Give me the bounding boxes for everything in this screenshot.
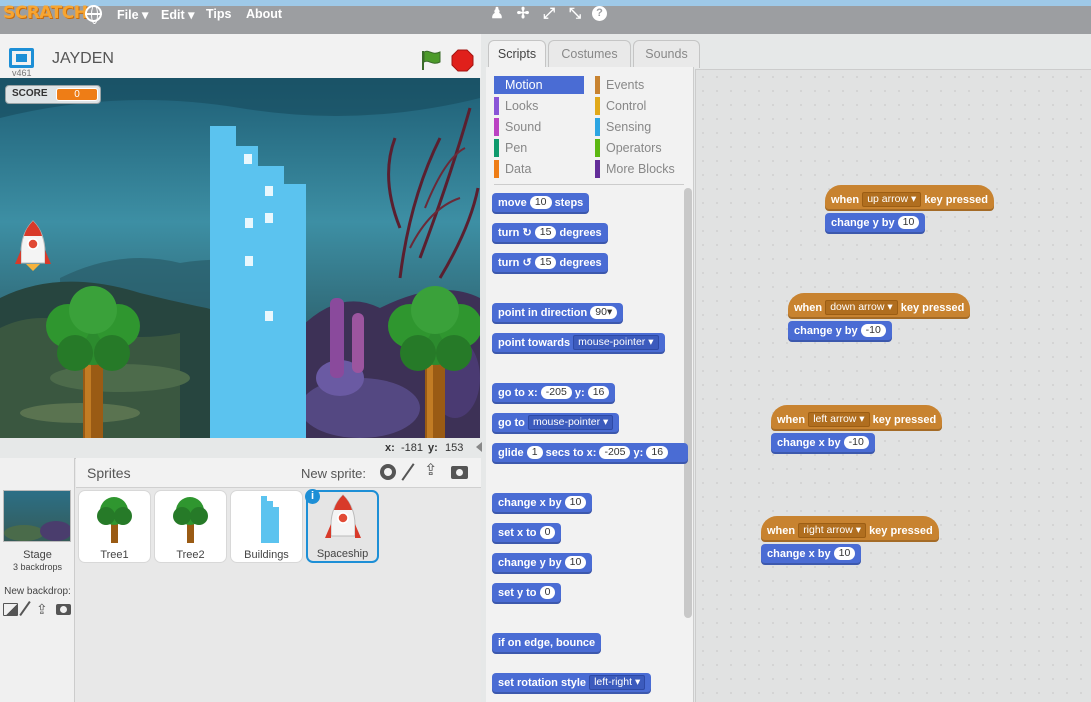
scripts-area[interactable]	[695, 69, 1091, 702]
delete-icon[interactable]: ✢	[514, 5, 532, 23]
fullscreen-icon[interactable]	[9, 48, 34, 68]
project-title[interactable]: JAYDEN	[52, 50, 114, 68]
backdrop-library-icon[interactable]	[3, 603, 18, 616]
camera-sprite-icon[interactable]	[451, 466, 468, 479]
score-value: 0	[56, 88, 98, 101]
palette-scrollbar[interactable]	[684, 188, 692, 618]
block-turn-right[interactable]: turn ↻ 15 degrees	[492, 223, 608, 244]
category-motion[interactable]: Motion	[494, 76, 584, 94]
change-y-down-block[interactable]: change y by -10	[788, 321, 892, 342]
block-glide[interactable]: glide 1 secs to x: -205 y: 16	[492, 443, 688, 464]
mouse-y-value: 153	[445, 442, 464, 454]
underwater-backdrop	[0, 78, 480, 438]
block-go-to[interactable]: go to mouse-pointer ▾	[492, 413, 620, 434]
tab-scripts[interactable]: Scripts	[488, 40, 546, 69]
mouse-x-label: x:	[385, 442, 395, 454]
stage-label: Stage	[23, 549, 52, 561]
upload-sprite-icon[interactable]: ⇪	[424, 463, 437, 479]
block-set-x[interactable]: set x to 0	[492, 523, 562, 544]
tab-sounds[interactable]: Sounds	[633, 40, 700, 68]
sprite-library-icon[interactable]	[380, 464, 396, 480]
category-sound[interactable]: Sound	[494, 118, 584, 136]
category-control[interactable]: Control	[595, 97, 685, 115]
menu-edit[interactable]: Edit ▾	[161, 7, 194, 22]
language-globe-icon[interactable]	[85, 5, 102, 24]
category-more-blocks[interactable]: More Blocks	[595, 160, 687, 178]
version-label: v461	[12, 68, 32, 78]
palette-divider	[494, 184, 684, 185]
category-data[interactable]: Data	[494, 160, 584, 178]
category-looks[interactable]: Looks	[494, 97, 584, 115]
sprite-tile-tree1[interactable]: Tree1	[78, 490, 151, 563]
when-up-arrow-hat[interactable]: when up arrow ▾ key pressed	[825, 185, 994, 211]
collapse-stage-icon[interactable]	[476, 442, 482, 452]
shrink-icon[interactable]: ⤡	[566, 5, 584, 23]
sprite-header	[76, 458, 481, 488]
category-events[interactable]: Events	[595, 76, 685, 94]
block-set-y[interactable]: set y to 0	[492, 583, 562, 604]
sprite-tile-buildings[interactable]: Buildings	[230, 490, 303, 563]
change-y-up-block[interactable]: change y by 10	[825, 213, 926, 234]
category-operators[interactable]: Operators	[595, 139, 685, 157]
scratch-logo[interactable]: SCRATCH	[3, 3, 88, 23]
when-right-arrow-hat[interactable]: when right arrow ▾ key pressed	[761, 516, 939, 542]
sprite-name: Buildings	[244, 549, 289, 561]
block-point-towards[interactable]: point towards mouse-pointer ▾	[492, 333, 665, 354]
grow-icon[interactable]: ⤢	[540, 5, 558, 23]
rotate-cw-icon: ↻	[522, 227, 532, 239]
new-backdrop-label: New backdrop:	[4, 586, 71, 597]
when-left-arrow-hat[interactable]: when left arrow ▾ key pressed	[771, 405, 943, 431]
block-go-to-xy[interactable]: go to x: -205 y: 16	[492, 383, 616, 404]
sprites-title: Sprites	[87, 465, 131, 481]
tree-thumbnail	[97, 497, 132, 543]
stage-canvas[interactable]	[0, 78, 480, 438]
sprite-tile-tree2[interactable]: Tree2	[154, 490, 227, 563]
rotate-ccw-icon: ↺	[522, 257, 532, 269]
block-move-steps[interactable]: move 10 steps	[492, 193, 590, 214]
change-x-left-block[interactable]: change x by -10	[771, 433, 875, 454]
category-pen[interactable]: Pen	[494, 139, 584, 157]
sprite-info-icon[interactable]: i	[305, 489, 320, 504]
menu-about[interactable]: About	[246, 7, 282, 21]
change-x-right-block[interactable]: change x by 10	[761, 544, 862, 565]
sprite-name: Tree2	[176, 549, 205, 561]
tree-thumbnail	[173, 497, 208, 543]
duplicate-icon[interactable]: ♟	[488, 5, 506, 23]
sprite-name: Tree1	[100, 549, 129, 561]
tab-costumes[interactable]: Costumes	[548, 40, 631, 68]
category-sensing[interactable]: Sensing	[595, 118, 685, 136]
mouse-x-value: -181	[401, 442, 424, 454]
block-bounce[interactable]: if on edge, bounce	[492, 633, 602, 654]
stage-backdrop-count: 3 backdrops	[12, 562, 63, 572]
help-icon[interactable]: ?	[592, 6, 607, 21]
mouse-y-label: y:	[428, 442, 438, 454]
block-change-x[interactable]: change x by 10	[492, 493, 593, 514]
stage-thumbnail[interactable]	[3, 490, 72, 542]
score-monitor[interactable]: SCORE 0	[5, 85, 101, 104]
sprite-name: Spaceship	[316, 548, 369, 560]
camera-backdrop-icon[interactable]	[56, 604, 71, 615]
score-label: SCORE	[12, 88, 48, 99]
block-turn-left[interactable]: turn ↺ 15 degrees	[492, 253, 608, 274]
block-change-y[interactable]: change y by 10	[492, 553, 593, 574]
upload-backdrop-icon[interactable]: ⇪	[36, 602, 48, 616]
new-sprite-label: New sprite:	[301, 466, 367, 481]
block-rotation-style[interactable]: set rotation style left-right ▾	[492, 673, 652, 694]
menu-tips[interactable]: Tips	[206, 7, 231, 21]
menu-file[interactable]: File ▾	[117, 7, 148, 22]
buildings-thumbnail	[261, 496, 279, 543]
stop-icon[interactable]	[451, 49, 474, 72]
green-flag-icon[interactable]	[419, 48, 443, 72]
when-down-arrow-hat[interactable]: when down arrow ▾ key pressed	[788, 293, 971, 319]
block-point-in-direction[interactable]: point in direction 90▾	[492, 303, 624, 324]
